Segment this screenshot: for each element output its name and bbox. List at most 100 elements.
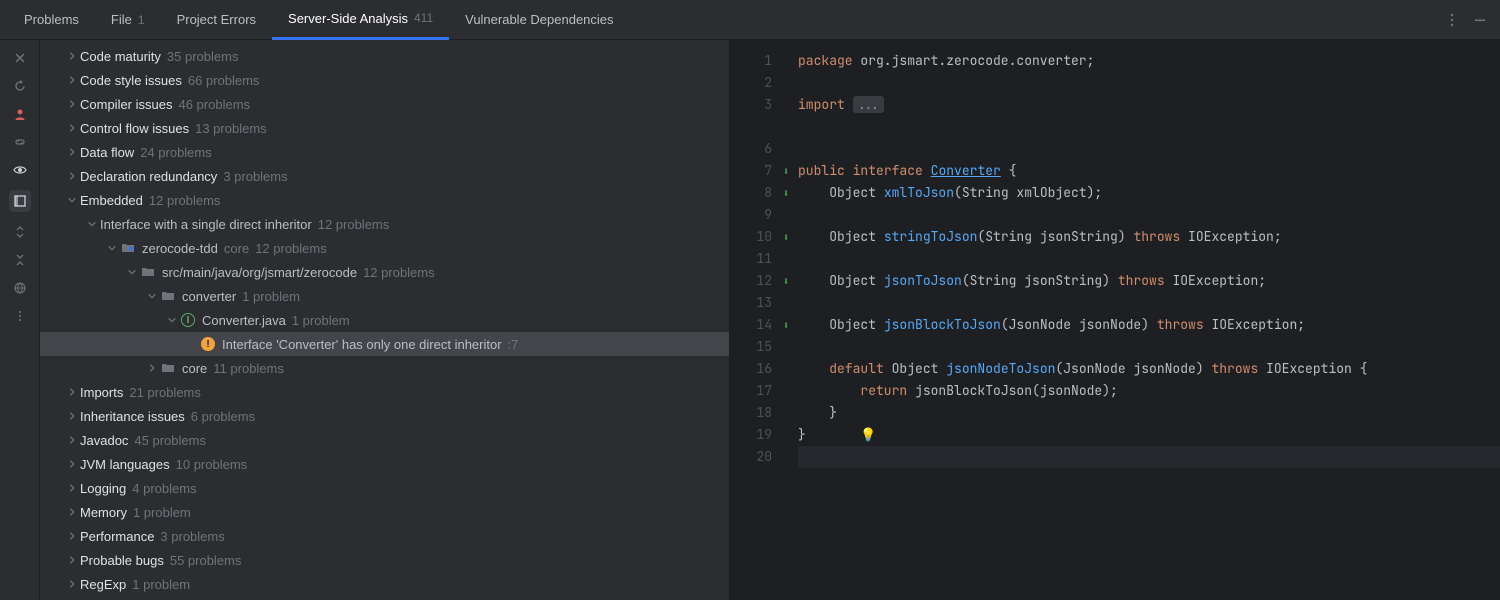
chevron-right-icon[interactable] <box>64 168 80 184</box>
tree-row[interactable]: Data flow24 problems <box>40 140 729 164</box>
line-numbers: 12367891011121314151617181920 <box>730 40 778 600</box>
open-editor-icon[interactable] <box>9 190 31 212</box>
tree-row[interactable]: Compiler issues46 problems <box>40 92 729 116</box>
tree-row[interactable]: RegExp1 problem <box>40 572 729 596</box>
chevron-right-icon[interactable] <box>64 528 80 544</box>
chevron-right-icon[interactable] <box>64 48 80 64</box>
code-editor[interactable]: 12367891011121314151617181920 ⬇⬇⬇⬇⬇ pack… <box>730 40 1500 600</box>
tree-row[interactable]: Memory 1 problem <box>40 500 729 524</box>
tree-label: Memory <box>80 505 127 520</box>
chevron-right-icon[interactable] <box>64 384 80 400</box>
tree-label: converter <box>182 289 236 304</box>
tool-gutter <box>0 40 40 600</box>
tree-label: src/main/java/org/jsmart/zerocode <box>162 265 357 280</box>
tree-row[interactable]: Probable bugs55 problems <box>40 548 729 572</box>
tree-count: 12 problems <box>149 193 221 208</box>
problems-tree[interactable]: Code maturity 35 problems Code style issue… <box>40 40 730 600</box>
chevron-right-icon[interactable] <box>64 120 80 136</box>
tree-label: Code style issues <box>80 73 182 88</box>
more-options-icon[interactable] <box>1440 8 1464 32</box>
web-icon[interactable] <box>12 280 28 296</box>
expand-icon[interactable] <box>12 224 28 240</box>
tree-count: 10 problems <box>176 457 248 472</box>
tree-count: 1 problem <box>133 505 191 520</box>
tree-row[interactable]: Performance 3 problems <box>40 524 729 548</box>
tree-row[interactable]: Logging4 problems <box>40 476 729 500</box>
tree-count: 1 problem <box>242 289 300 304</box>
tree-count: 6 problems <box>191 409 255 424</box>
tree-count: 3 problems <box>223 169 287 184</box>
chevron-right-icon[interactable] <box>64 504 80 520</box>
chevron-down-icon[interactable] <box>64 192 80 208</box>
tree-count: 13 problems <box>195 121 267 136</box>
tree-count: 66 problems <box>188 73 260 88</box>
tree-label: Data flow <box>80 145 134 160</box>
tree-label: Interface with a single direct inheritor <box>100 217 312 232</box>
tree-count: 46 problems <box>178 97 250 112</box>
chevron-right-icon[interactable] <box>64 144 80 160</box>
tree-row[interactable]: Declaration redundancy3 problems <box>40 164 729 188</box>
tree-row[interactable]: Control flow issues13 problems <box>40 116 729 140</box>
interface-icon: I <box>180 312 196 328</box>
minimize-icon[interactable] <box>1468 8 1492 32</box>
collapse-icon[interactable] <box>12 252 28 268</box>
tree-row[interactable]: zerocode-tddcore12 problems <box>40 236 729 260</box>
tab-server-side-analysis[interactable]: Server-Side Analysis411 <box>272 0 449 40</box>
code-content[interactable]: package org.jsmart.zerocode.converter; i… <box>794 40 1500 600</box>
chevron-down-icon[interactable] <box>104 240 120 256</box>
preview-icon[interactable] <box>12 162 28 178</box>
tree-row[interactable]: src/main/java/org/jsmart/zerocode12 prob… <box>40 260 729 284</box>
chevron-right-icon[interactable] <box>64 96 80 112</box>
tree-row[interactable]: JVM languages 10 problems <box>40 452 729 476</box>
module-icon <box>120 240 136 256</box>
tree-label: Code maturity <box>80 49 161 64</box>
chevron-right-icon[interactable] <box>64 480 80 496</box>
link-icon[interactable] <box>12 134 28 150</box>
tree-row[interactable]: Code maturity 35 problems <box>40 44 729 68</box>
tree-row[interactable]: Embedded 12 problems <box>40 188 729 212</box>
tree-label: Embedded <box>80 193 143 208</box>
chevron-right-icon[interactable] <box>64 408 80 424</box>
chevron-right-icon[interactable] <box>64 432 80 448</box>
tree-row[interactable]: converter 1 problem <box>40 284 729 308</box>
tree-count: 3 problems <box>160 529 224 544</box>
chevron-down-icon[interactable] <box>164 312 180 328</box>
tree-count: 21 problems <box>129 385 201 400</box>
tree-count: 35 problems <box>167 49 239 64</box>
user-icon[interactable] <box>12 106 28 122</box>
chevron-right-icon[interactable] <box>64 576 80 592</box>
refresh-icon[interactable] <box>12 78 28 94</box>
tree-row[interactable]: core 11 problems <box>40 356 729 380</box>
bulb-icon[interactable]: 💡 <box>860 426 876 443</box>
chevron-down-icon[interactable] <box>124 264 140 280</box>
tree-count: 1 problem <box>132 577 190 592</box>
tab-problems[interactable]: Problems <box>8 0 95 40</box>
more-gutter-icon[interactable] <box>12 308 28 324</box>
close-icon[interactable] <box>12 50 28 66</box>
chevron-down-icon[interactable] <box>144 288 160 304</box>
tree-row[interactable]: Javadoc45 problems <box>40 428 729 452</box>
tree-label: core <box>182 361 207 376</box>
tree-row[interactable]: !Interface 'Converter' has only one dire… <box>40 332 729 356</box>
tree-count: 55 problems <box>170 553 242 568</box>
tree-row[interactable]: Inheritance issues6 problems <box>40 404 729 428</box>
tree-row[interactable]: Interface with a single direct inheritor… <box>40 212 729 236</box>
tree-count: 12 problems <box>318 217 390 232</box>
chevron-down-icon[interactable] <box>84 216 100 232</box>
tree-count: 1 problem <box>292 313 350 328</box>
tree-label: JVM languages <box>80 457 170 472</box>
chevron-right-icon[interactable] <box>64 456 80 472</box>
tree-row[interactable]: Imports21 problems <box>40 380 729 404</box>
tree-count: 11 problems <box>213 361 284 376</box>
chevron-right-icon[interactable] <box>64 552 80 568</box>
tree-label: Interface 'Converter' has only one direc… <box>222 337 502 352</box>
tab-vulnerable-dependencies[interactable]: Vulnerable Dependencies <box>449 0 629 40</box>
tree-label: Performance <box>80 529 154 544</box>
tab-project-errors[interactable]: Project Errors <box>161 0 272 40</box>
tree-row[interactable]: Code style issues 66 problems <box>40 68 729 92</box>
chevron-right-icon[interactable] <box>64 72 80 88</box>
folder-icon <box>160 288 176 304</box>
tree-row[interactable]: IConverter.java1 problem <box>40 308 729 332</box>
chevron-right-icon[interactable] <box>144 360 160 376</box>
tab-file[interactable]: File1 <box>95 0 161 40</box>
